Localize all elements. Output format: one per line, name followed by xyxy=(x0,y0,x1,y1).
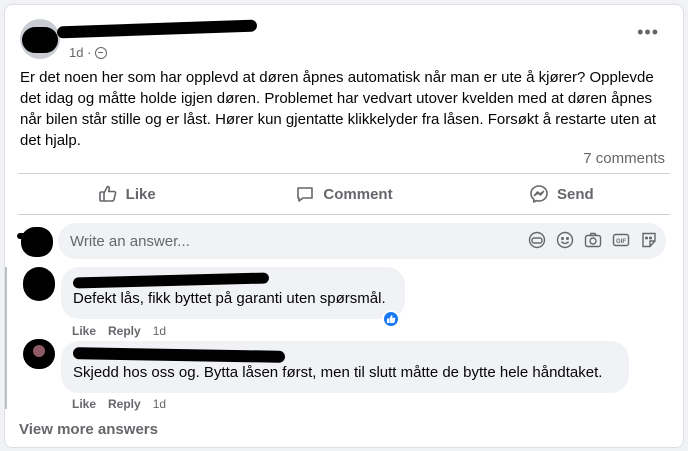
view-more-answers-link[interactable]: View more answers xyxy=(19,421,158,438)
post-card: 1d · ••• Er det noen her som har opplevd… xyxy=(4,4,684,448)
more-horizontal-icon[interactable]: ••• xyxy=(637,23,659,41)
messenger-icon xyxy=(530,185,548,203)
divider xyxy=(18,214,670,215)
post-meta: 1d · xyxy=(69,45,108,60)
composer-tools: GIF xyxy=(528,231,658,249)
comment-time[interactable]: 1d xyxy=(153,324,166,338)
sticker-icon[interactable] xyxy=(640,231,658,249)
comment-reply-link[interactable]: Reply xyxy=(108,397,141,411)
comment-label: Comment xyxy=(323,185,393,203)
comment-icon xyxy=(297,187,314,202)
my-avatar[interactable] xyxy=(17,225,53,261)
comment-like-link[interactable]: Like xyxy=(72,397,96,411)
commenter-name-redacted[interactable] xyxy=(72,272,393,289)
author-avatar[interactable] xyxy=(20,19,60,59)
comment-time[interactable]: 1d xyxy=(153,397,166,411)
send-label: Send xyxy=(556,185,594,203)
comment-composer[interactable]: GIF xyxy=(58,223,666,259)
thread-line xyxy=(5,267,7,409)
commenter-avatar[interactable] xyxy=(21,265,57,301)
comment-text: Skjedd hos oss og. Bytta låsen først, me… xyxy=(73,364,603,381)
comment-text: Defekt lås, fikk byttet på garanti uten … xyxy=(73,290,386,307)
comment-like-link[interactable]: Like xyxy=(72,324,96,338)
comment-reply-link[interactable]: Reply xyxy=(108,324,141,338)
camera-icon[interactable] xyxy=(584,231,602,249)
comment-bubble: Defekt lås, fikk byttet på garanti uten … xyxy=(61,267,405,319)
post-actions: Like Comment Send xyxy=(18,174,670,214)
comments-count[interactable]: 7 comments xyxy=(583,150,665,167)
post-time[interactable]: 1d · xyxy=(69,45,91,60)
thumbs-up-icon xyxy=(98,185,117,202)
send-button[interactable]: Send xyxy=(453,174,670,214)
commenter-avatar[interactable] xyxy=(21,337,57,373)
gif-icon[interactable]: GIF xyxy=(612,231,630,249)
avatar-sticker-icon[interactable] xyxy=(528,231,546,249)
comment-input[interactable] xyxy=(70,232,510,250)
comment-button[interactable]: Comment xyxy=(235,174,452,214)
globe-icon xyxy=(95,46,108,59)
author-name-redacted[interactable] xyxy=(56,19,258,39)
comment-bubble: Skjedd hos oss og. Bytta låsen først, me… xyxy=(61,341,629,393)
like-label: Like xyxy=(125,185,156,203)
like-reaction-icon[interactable] xyxy=(382,310,400,328)
like-button[interactable]: Like xyxy=(18,174,235,214)
emoji-icon[interactable] xyxy=(556,231,574,249)
post-text: Er det noen her som har opplevd at døren… xyxy=(20,69,657,149)
svg-text:GIF: GIF xyxy=(616,239,626,245)
commenter-name-redacted[interactable] xyxy=(72,347,617,363)
comment-actions: Like Reply 1d xyxy=(72,324,166,338)
comment-actions: Like Reply 1d xyxy=(72,397,166,411)
